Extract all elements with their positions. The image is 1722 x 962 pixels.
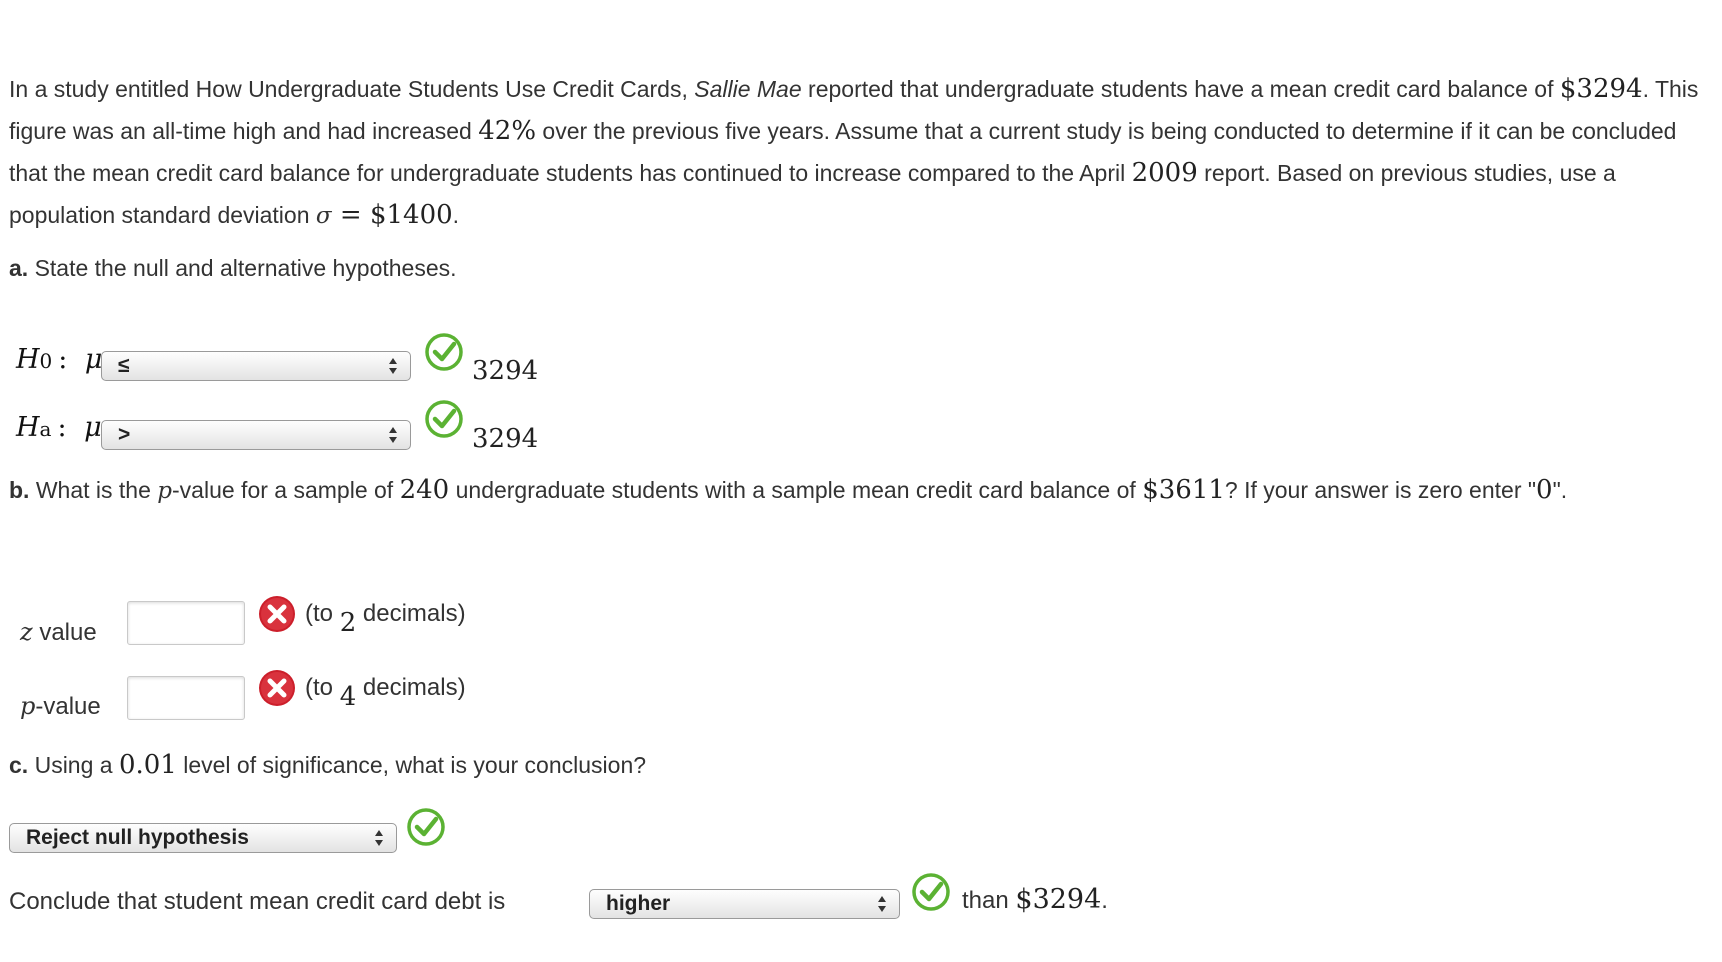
p-hint-text-1: (to <box>305 674 340 701</box>
part-b-text-5: ". <box>1552 477 1568 503</box>
brand-name: Sallie Mae <box>694 76 802 102</box>
up-down-arrows-icon <box>389 358 397 374</box>
alt-hypothesis-label: Ha: μ <box>16 412 102 443</box>
p-decimals-hint: (to 4 decimals) <box>305 672 466 712</box>
up-down-arrows-icon <box>389 427 397 443</box>
h0-symbol: H <box>16 344 40 375</box>
h0-operator-value: ≤ <box>118 354 130 377</box>
part-c-text-1: Using a <box>28 752 119 778</box>
h0-mu: μ <box>84 344 103 375</box>
p-value-input[interactable] <box>127 676 245 720</box>
ha-mu: μ <box>84 412 102 443</box>
part-b-text-1: What is the <box>29 477 158 503</box>
ha-symbol: H <box>16 412 40 443</box>
p-decimal-count: 4 <box>339 682 357 712</box>
ha-subscript: a <box>39 417 52 441</box>
intro-text-1: In a study entitled How Undergraduate St… <box>9 76 695 102</box>
part-b-question: b. What is the p-value for a sample of 2… <box>9 469 1709 512</box>
h0-operator-select[interactable]: ≤ <box>101 351 411 381</box>
part-c-text-2: level of significance, what is your conc… <box>176 752 647 778</box>
zero-value: 0 <box>1536 475 1553 505</box>
significance-level: 0.01 <box>118 750 177 780</box>
intro-text-2: reported that undergraduate students hav… <box>801 76 1560 102</box>
z-value-input[interactable] <box>127 601 245 645</box>
h0-colon: : <box>58 344 68 375</box>
z-hint-text-1: (to <box>305 600 340 627</box>
decision-value: Reject null hypothesis <box>26 826 249 849</box>
part-a-text: State the null and alternative hypothese… <box>28 255 457 281</box>
part-a-question: a. State the null and alternative hypoth… <box>9 255 457 282</box>
part-b-text-2: -value for a sample of <box>172 477 400 503</box>
direction-value: higher <box>606 892 671 915</box>
part-b-text-3: undergraduate students with a sample mea… <box>449 477 1143 503</box>
sample-size: 240 <box>399 475 450 505</box>
correct-check-icon <box>425 333 463 371</box>
z-hint-text-2: decimals) <box>356 600 466 627</box>
than-text: than <box>962 887 1016 914</box>
report-year: 2009 <box>1131 158 1198 188</box>
increase-percent: 42% <box>478 116 537 146</box>
problem-statement: In a study entitled How Undergraduate St… <box>9 68 1709 237</box>
ha-operator-value: > <box>118 423 131 446</box>
correct-check-icon <box>425 400 463 438</box>
sigma-value: $1400 <box>369 200 453 230</box>
h0-subscript: 0 <box>39 349 53 373</box>
ha-operator-select[interactable]: > <box>101 420 411 450</box>
decision-select[interactable]: Reject null hypothesis <box>9 823 397 853</box>
direction-select[interactable]: higher <box>589 889 900 919</box>
sigma-symbol: σ <box>315 203 332 229</box>
z-decimal-count: 2 <box>339 608 357 638</box>
part-a-letter: a. <box>9 255 29 281</box>
part-b-letter: b. <box>9 477 30 503</box>
z-decimals-hint: (to 2 decimals) <box>305 598 466 638</box>
than-period: . <box>1101 887 1108 914</box>
than-value: $3294 <box>1015 884 1102 915</box>
equals-sign: = <box>331 200 370 230</box>
p-symbol-label: p <box>20 692 36 720</box>
ha-colon: : <box>57 412 67 443</box>
z-label-text: value <box>32 619 97 646</box>
correct-check-icon <box>912 873 950 911</box>
z-value-label: z value <box>20 618 97 647</box>
up-down-arrows-icon <box>375 830 383 846</box>
null-hypothesis-label: H0: μ <box>16 344 102 375</box>
p-symbol: p <box>157 478 173 504</box>
than-clause: than $3294. <box>962 884 1108 915</box>
ha-value: 3294 <box>472 424 539 454</box>
part-b-text-4: ? If your answer is zero enter " <box>1224 477 1537 503</box>
intro-text-6: . <box>452 202 460 228</box>
p-value-label: p-value <box>20 692 101 721</box>
part-c-letter: c. <box>9 752 29 778</box>
correct-check-icon <box>407 808 445 846</box>
p-hint-text-2: decimals) <box>356 674 466 701</box>
mean-balance: $3294 <box>1559 74 1643 104</box>
part-c-question: c. Using a 0.01 level of significance, w… <box>9 750 646 780</box>
incorrect-x-icon <box>259 596 295 632</box>
conclusion-text: Conclude that student mean credit card d… <box>9 888 506 915</box>
incorrect-x-icon <box>259 670 295 706</box>
h0-value: 3294 <box>472 356 539 386</box>
sample-mean: $3611 <box>1142 475 1225 505</box>
p-label-text: -value <box>35 693 101 720</box>
z-symbol: z <box>20 618 33 646</box>
up-down-arrows-icon <box>878 896 886 912</box>
